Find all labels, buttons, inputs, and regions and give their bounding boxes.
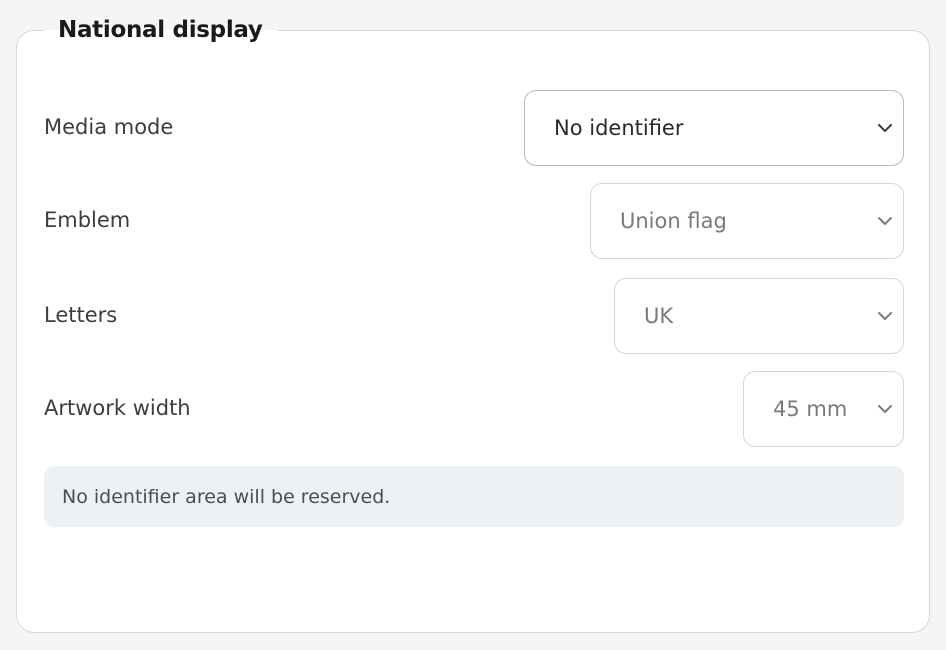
artwork-width-value: 45 mm bbox=[773, 397, 848, 421]
letters-label: Letters bbox=[44, 303, 118, 327]
section-title: National display bbox=[44, 14, 277, 46]
emblem-label: Emblem bbox=[44, 208, 131, 232]
letters-value: UK bbox=[644, 304, 674, 328]
chevron-down-icon bbox=[878, 312, 892, 320]
emblem-value: Union flag bbox=[620, 209, 727, 233]
media-mode-value: No identifier bbox=[554, 116, 684, 140]
chevron-down-icon bbox=[878, 217, 892, 225]
chevron-down-icon bbox=[878, 124, 892, 132]
media-mode-label: Media mode bbox=[44, 115, 174, 139]
media-mode-select[interactable]: No identifier bbox=[524, 90, 904, 166]
info-message-text: No identifier area will be reserved. bbox=[62, 485, 391, 508]
chevron-down-icon bbox=[878, 405, 892, 413]
artwork-width-label: Artwork width bbox=[44, 396, 191, 420]
artwork-width-select[interactable]: 45 mm bbox=[743, 371, 904, 447]
emblem-select[interactable]: Union flag bbox=[590, 183, 904, 259]
letters-select[interactable]: UK bbox=[614, 278, 904, 354]
info-message-box: No identifier area will be reserved. bbox=[44, 466, 904, 527]
